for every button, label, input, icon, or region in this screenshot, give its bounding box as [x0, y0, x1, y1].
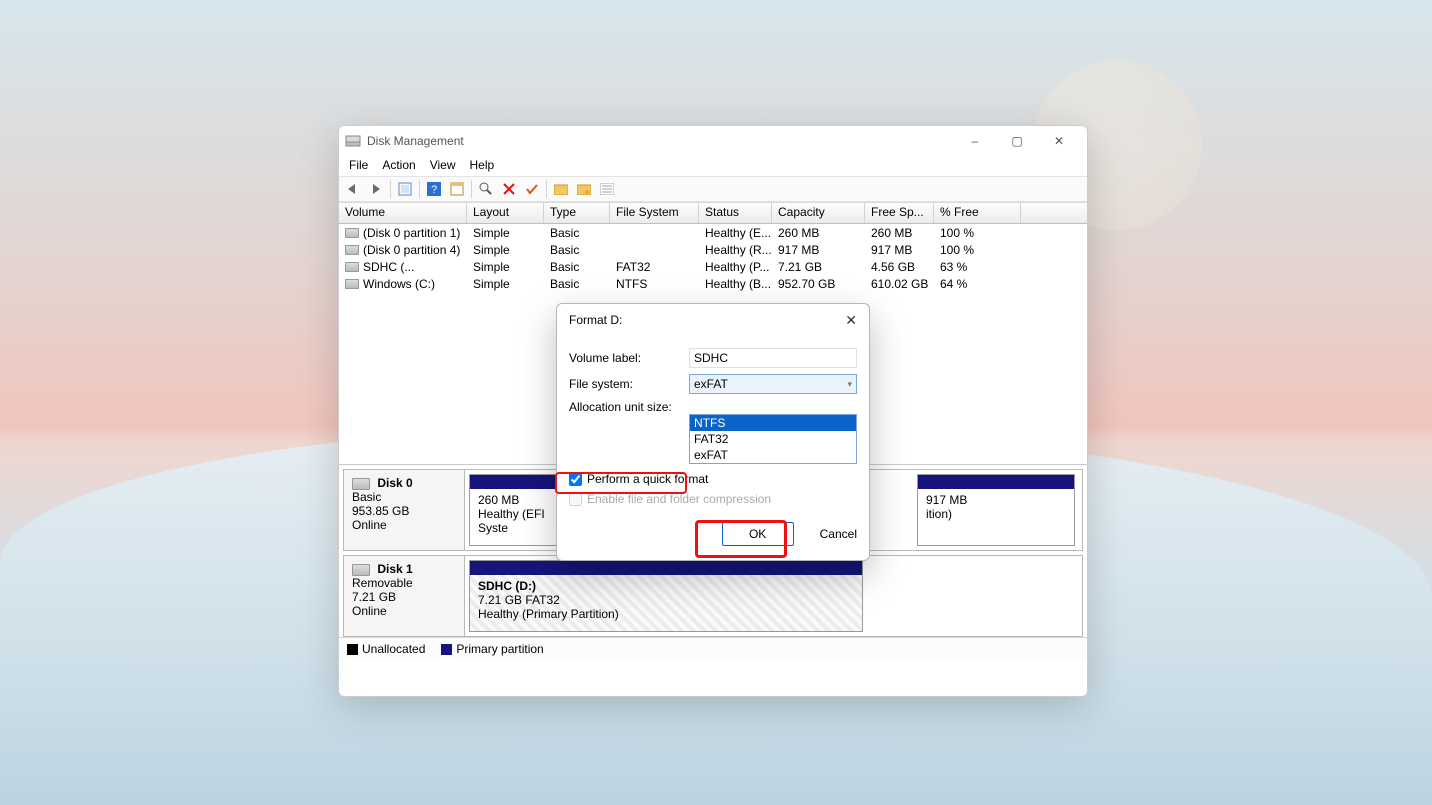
partition[interactable]: 260 MBHealthy (EFI Syste [469, 474, 569, 546]
help-icon[interactable]: ? [424, 179, 444, 199]
folder-icon[interactable] [551, 179, 571, 199]
refresh-icon[interactable] [395, 179, 415, 199]
window-title: Disk Management [367, 134, 464, 148]
table-row[interactable]: SDHC (...SimpleBasicFAT32Healthy (P...7.… [339, 258, 1087, 275]
maximize-button[interactable]: ▢ [1009, 134, 1025, 148]
compress-label: Enable file and folder compression [587, 492, 771, 506]
ok-button[interactable]: OK [722, 522, 794, 546]
dialog-title: Format D: [569, 313, 622, 327]
key-icon[interactable] [574, 179, 594, 199]
cancel-button[interactable]: Cancel [820, 527, 857, 541]
quick-format-label: Perform a quick format [587, 472, 708, 486]
list-icon[interactable] [597, 179, 617, 199]
quick-format-checkbox[interactable] [569, 473, 582, 486]
legend-primary: Primary partition [456, 642, 543, 656]
chevron-down-icon: ▾ [847, 379, 852, 390]
col-freespace[interactable]: Free Sp... [865, 203, 934, 223]
dialog-close-button[interactable]: ✕ [845, 312, 857, 329]
table-row[interactable]: (Disk 0 partition 1)SimpleBasicHealthy (… [339, 224, 1087, 241]
minimize-button[interactable]: – [967, 134, 983, 148]
menu-bar: File Action View Help [339, 156, 1087, 176]
compress-checkbox [569, 493, 582, 506]
legend-unallocated: Unallocated [362, 642, 425, 656]
col-capacity[interactable]: Capacity [772, 203, 865, 223]
back-icon[interactable] [343, 179, 363, 199]
col-status[interactable]: Status [699, 203, 772, 223]
legend: Unallocated Primary partition [339, 637, 1087, 660]
menu-help[interactable]: Help [470, 158, 495, 172]
delete-icon[interactable] [499, 179, 519, 199]
label-allocation: Allocation unit size: [569, 400, 689, 414]
col-filesystem[interactable]: File System [610, 203, 699, 223]
col-layout[interactable]: Layout [467, 203, 544, 223]
close-button[interactable]: ✕ [1051, 134, 1067, 148]
titlebar[interactable]: Disk Management – ▢ ✕ [339, 126, 1087, 156]
col-pctfree[interactable]: % Free [934, 203, 1021, 223]
quick-format-row[interactable]: Perform a quick format [569, 472, 857, 486]
properties-icon[interactable] [447, 179, 467, 199]
menu-view[interactable]: View [430, 158, 456, 172]
filesystem-value: exFAT [694, 377, 728, 391]
partition[interactable]: 917 MBition) [917, 474, 1075, 546]
disk-row[interactable]: Disk 1Removable7.21 GBOnlineSDHC (D:)7.2… [343, 555, 1083, 637]
menu-action[interactable]: Action [382, 158, 415, 172]
compress-row: Enable file and folder compression [569, 492, 857, 506]
format-dialog: Format D: ✕ Volume label: File system: e… [556, 303, 870, 561]
col-volume[interactable]: Volume [339, 203, 467, 223]
partition[interactable]: SDHC (D:)7.21 GB FAT32Healthy (Primary P… [469, 560, 863, 632]
volume-table-header[interactable]: Volume Layout Type File System Status Ca… [339, 202, 1087, 224]
filesystem-dropdown[interactable]: NTFS FAT32 exFAT [689, 414, 857, 464]
check-icon[interactable] [522, 179, 542, 199]
volume-label-input[interactable] [689, 348, 857, 368]
menu-file[interactable]: File [349, 158, 368, 172]
search-icon[interactable] [476, 179, 496, 199]
option-fat32[interactable]: FAT32 [690, 431, 856, 447]
option-exfat[interactable]: exFAT [690, 447, 856, 463]
label-filesystem: File system: [569, 377, 689, 391]
svg-text:?: ? [431, 184, 437, 196]
dialog-titlebar[interactable]: Format D: ✕ [557, 304, 869, 336]
option-ntfs[interactable]: NTFS [690, 415, 856, 431]
toolbar: ? [339, 176, 1087, 202]
table-row[interactable]: (Disk 0 partition 4)SimpleBasicHealthy (… [339, 241, 1087, 258]
label-volume: Volume label: [569, 351, 689, 365]
col-type[interactable]: Type [544, 203, 610, 223]
app-icon [345, 133, 361, 149]
table-row[interactable]: Windows (C:)SimpleBasicNTFSHealthy (B...… [339, 275, 1087, 292]
forward-icon[interactable] [366, 179, 386, 199]
filesystem-select[interactable]: exFAT ▾ [689, 374, 857, 394]
